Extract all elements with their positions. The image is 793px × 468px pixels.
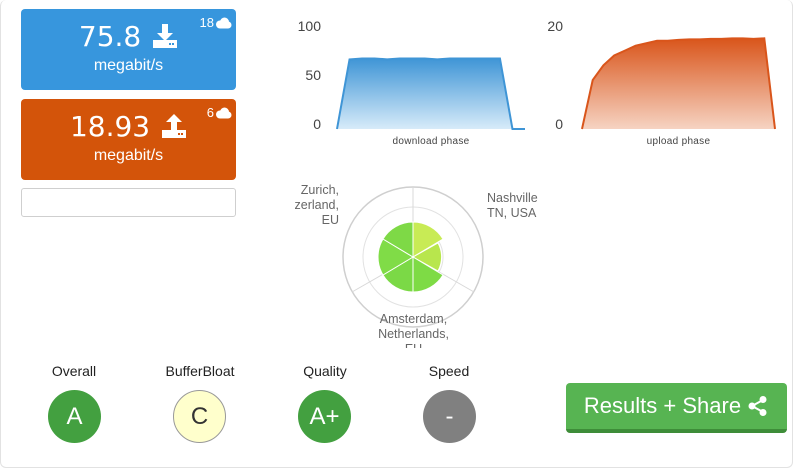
empty-info-box [21,188,236,217]
radar-label-line: Zurich, [300,183,339,197]
radar-label-line: Nashville [487,191,538,205]
results-share-label: Results + Share [583,393,742,418]
download-speed-box: 75.8 megabit/s 18 [21,9,236,90]
upload-axis-tick: 20 [547,18,563,34]
radar-label-line: TN, USA [487,206,537,220]
download-speed-value: 75.8 [78,20,142,53]
grade-title-overall: Overall [51,363,97,379]
cloud-icon [216,107,232,118]
upload-speed-box: 18.93 megabit/s 6 [21,99,236,180]
radar-server-label-amsterdam: Amsterdam, Netherlands, EU [361,312,466,348]
radar-label-line: Netherlands, [378,327,449,341]
grade-title-bufferbloat: BufferBloat [165,363,235,379]
upload-server-count-value: 6 [206,105,214,120]
grade-badge-overall[interactable]: A [48,390,101,443]
grade-title-speed: Speed [428,363,470,379]
results-share-button[interactable]: Results + Share [566,383,787,433]
grade-badge-bufferbloat[interactable]: C [173,390,226,443]
grade-badge-quality[interactable]: A+ [298,390,351,443]
radar-server-label-nashville: Nashville TN, USA [487,191,539,221]
upload-unit: megabit/s [93,147,164,164]
radar-label-line: EU [361,342,466,348]
upload-speed-value: 18.93 [69,110,151,143]
upload-phase-chart [581,37,776,130]
download-unit: megabit/s [93,57,164,74]
upload-phase-area [582,38,775,129]
download-phase-area [337,58,525,129]
download-phase-chart [336,57,525,130]
download-axis-tick: 50 [305,67,321,83]
radar-label-line: zerland, [294,198,339,212]
download-phase-label: download phase [392,136,470,147]
upload-phase-label: upload phase [646,136,711,147]
share-icon [748,396,767,416]
results-panel: 75.8 megabit/s 18 18.93 megabit/s 6 100 … [0,0,793,468]
cloud-icon [216,17,232,28]
download-axis-tick: 100 [297,18,321,34]
download-server-count: 18 [200,15,232,30]
download-server-count-value: 18 [199,15,214,30]
download-icon [153,24,178,48]
grade-title-quality: Quality [303,363,347,379]
upload-icon [162,114,187,138]
radar-label-line: EU [321,213,339,227]
radar-label-line: Amsterdam, [379,312,448,326]
grade-badge-speed[interactable]: - [423,390,476,443]
upload-server-count: 6 [207,105,232,120]
upload-value-row: 18.93 [21,109,236,145]
download-axis-tick: 0 [313,116,321,132]
radar-server-label-zurich: Zurich, zerland, EU [281,183,339,228]
upload-axis-tick: 0 [555,116,563,132]
